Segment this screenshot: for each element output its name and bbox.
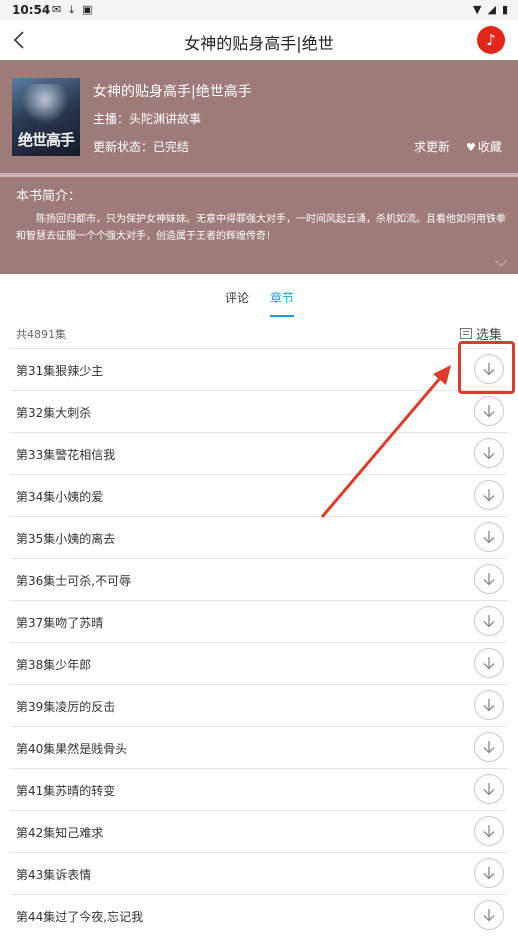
arrow-down-icon (483, 699, 495, 712)
download-icon: ⤓ (69, 3, 75, 16)
tab-comments[interactable]: 评论 (225, 289, 249, 306)
book-update-status: 更新状态：已完结 (93, 140, 190, 154)
request-update-button[interactable]: 求更新 (414, 138, 450, 155)
intro-text: 陈扬回归都市，只为保护女神妹妹。无意中得罪强大对手，一时间风起云涌，杀机如流。且… (16, 214, 506, 242)
chapter-row[interactable]: 第43集诉表情 (10, 852, 507, 894)
battery-icon: ▮ (501, 3, 508, 16)
book-intro: 本书简介： 陈扬回归都市，只为保护女神妹妹。无意中得罪强大对手，一时间风起云涌，… (0, 177, 518, 274)
music-note-icon: ♪ (486, 31, 496, 49)
music-player-button[interactable]: ♪ (477, 26, 505, 54)
chapter-title: 第41集苏晴的转变 (16, 784, 116, 798)
status-time: 10:54 (12, 3, 51, 17)
arrow-down-icon (483, 741, 495, 754)
chapter-row[interactable]: 第33集警花相信我 (10, 432, 507, 474)
chapter-title: 第44集过了今夜,忘记我 (16, 910, 144, 924)
chapter-row[interactable]: 第36集士可杀,不可辱 (10, 558, 507, 600)
chapter-list-header: 共4891集 选集 (0, 322, 518, 348)
download-button[interactable] (474, 690, 504, 720)
chapter-row[interactable]: 第35集小姨的离去 (10, 516, 507, 558)
download-button[interactable] (474, 480, 504, 510)
chapter-title: 第32集大刺杀 (16, 406, 92, 420)
chapter-title: 第36集士可杀,不可辱 (16, 574, 132, 588)
heart-icon: ♥ (466, 141, 476, 154)
chapter-title: 第33集警花相信我 (16, 448, 116, 462)
arrow-down-icon (483, 909, 495, 922)
app-icon: ▣ (82, 3, 93, 16)
arrow-down-icon (483, 531, 495, 544)
page-title: 女神的贴身高手|绝世 (184, 34, 334, 53)
download-button[interactable] (474, 396, 504, 426)
chapter-title: 第35集小姨的离去 (16, 532, 116, 546)
chapter-row[interactable]: 第38集少年郎 (10, 642, 507, 684)
arrow-down-icon (483, 615, 495, 628)
notification-icons: ✉ ⤓ ▣ (52, 3, 93, 17)
status-bar: 10:54 ✉ ⤓ ▣ ▼ ◢ ▮ (0, 0, 518, 20)
book-info-panel: 绝世高手 女神的贴身高手|绝世高手 主播：头陀渊讲故事 更新状态：已完结 求更新… (0, 60, 518, 173)
arrow-down-icon (483, 489, 495, 502)
intro-heading: 本书简介： (16, 189, 82, 204)
signal-icon: ◢ (487, 3, 496, 16)
download-button[interactable] (474, 564, 504, 594)
active-tab-indicator (270, 315, 294, 317)
chapter-title: 第40集果然是贱骨头 (16, 742, 128, 756)
arrow-down-icon (483, 657, 495, 670)
chapter-title: 第34集小姨的爱 (16, 490, 104, 504)
book-title: 女神的贴身高手|绝世高手 (93, 84, 252, 100)
download-button[interactable] (474, 816, 504, 846)
cover-artwork (22, 84, 68, 124)
collect-button[interactable]: ♥ 收藏 (466, 138, 502, 155)
arrow-down-icon (483, 573, 495, 586)
chapter-title: 第42集知己难求 (16, 826, 104, 840)
app-header: 女神的贴身高手|绝世 ♪ (0, 20, 518, 61)
cover-title-text: 绝世高手 (17, 131, 75, 149)
episode-count: 共4891集 (16, 328, 66, 341)
book-host: 主播：头陀渊讲故事 (93, 112, 202, 126)
highlight-box (458, 341, 515, 394)
download-button[interactable] (474, 522, 504, 552)
chapter-title: 第37集吻了苏晴 (16, 616, 104, 630)
download-button[interactable] (474, 858, 504, 888)
chapter-title: 第38集少年郎 (16, 658, 92, 672)
arrow-down-icon (483, 825, 495, 838)
tab-chapters[interactable]: 章节 (270, 289, 294, 306)
mail-icon: ✉ (52, 3, 62, 16)
chapter-row[interactable]: 第32集大刺杀 (10, 390, 507, 432)
chapter-row[interactable]: 第34集小姨的爱 (10, 474, 507, 516)
arrow-down-icon (483, 867, 495, 880)
list-icon (459, 328, 472, 339)
arrow-down-icon (483, 447, 495, 460)
download-button[interactable] (474, 732, 504, 762)
chevron-down-icon[interactable] (494, 258, 508, 268)
system-icons: ▼ ◢ ▮ (473, 3, 508, 16)
chapter-row[interactable]: 第44集过了今夜,忘记我 (10, 894, 507, 936)
chapter-title: 第31集狠辣少主 (16, 364, 104, 378)
arrow-down-icon (483, 783, 495, 796)
download-button[interactable] (474, 606, 504, 636)
download-button[interactable] (474, 438, 504, 468)
chapter-row[interactable]: 第37集吻了苏晴 (10, 600, 507, 642)
chapter-title: 第43集诉表情 (16, 868, 92, 882)
chapter-row[interactable]: 第42集知己难求 (10, 810, 507, 852)
collect-label: 收藏 (477, 140, 502, 154)
chapter-row[interactable]: 第40集果然是贱骨头 (10, 726, 507, 768)
chapter-row[interactable]: 第31集狠辣少主 (10, 348, 507, 390)
chapter-row[interactable]: 第41集苏晴的转变 (10, 768, 507, 810)
chapter-list: 第31集狠辣少主 第32集大刺杀第33集警花相信我 第34集小姨的爱 第35集小姨的离… (0, 348, 518, 936)
arrow-down-icon (483, 405, 495, 418)
download-button[interactable] (474, 774, 504, 804)
book-cover[interactable]: 绝世高手 (12, 78, 80, 156)
download-button[interactable] (474, 900, 504, 930)
tab-bar: 评论 章节 (0, 274, 518, 320)
download-button[interactable] (474, 648, 504, 678)
chapter-row[interactable]: 第39集凌厉的反击 (10, 684, 507, 726)
wifi-icon: ▼ (473, 3, 482, 16)
chapter-title: 第39集凌厉的反击 (16, 700, 116, 714)
